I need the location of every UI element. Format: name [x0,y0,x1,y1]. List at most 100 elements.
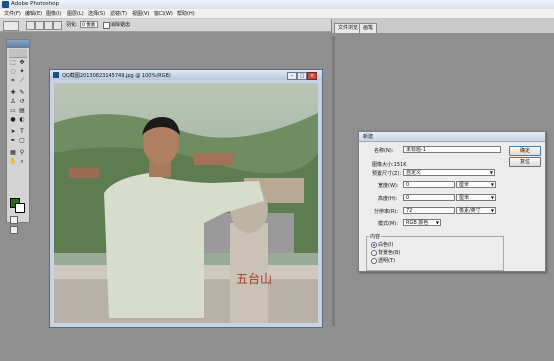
chevron-down-icon: ▼ [489,170,493,175]
chevron-down-icon: ▼ [490,195,494,200]
workspace-divider [332,36,335,326]
reset-button[interactable]: 复位 [509,157,541,167]
move-icon[interactable]: ✥ [18,59,26,67]
transparent-label: 透明(T) [378,258,395,264]
width-input[interactable]: 0 [403,181,455,188]
height-unit-select[interactable]: 厘米 ▼ [456,194,496,201]
menu-window[interactable]: 窗口(W) [154,10,173,17]
resolution-input[interactable]: 72 [403,207,455,214]
resolution-label: 分辨率(R): [374,209,399,215]
intersect-selection-icon[interactable] [53,21,62,30]
antialias-checkbox[interactable] [103,22,110,29]
notes-icon[interactable]: ▦ [9,149,17,157]
background-color-label: 背景色(B) [378,250,401,256]
gradient-icon[interactable]: ▤ [18,107,26,115]
zoom-icon[interactable]: ⌕ [18,158,26,166]
chevron-down-icon: ▼ [490,208,494,213]
image-size-label: 图像大小:151K [372,162,407,168]
minimize-button[interactable]: – [287,72,297,80]
background-color-swatch[interactable] [15,203,25,213]
menu-view[interactable]: 视图(V) [132,10,149,17]
menu-help[interactable]: 帮助(H) [177,10,195,17]
document-titlebar[interactable]: QQ截图20130823145749.jpg @ 100%(RGB) – □ × [50,70,322,80]
menu-select[interactable]: 选择(S) [88,10,105,17]
new-document-dialog: 新建 名称(N): 未标题-1 图像大小:151K 预置尺寸(Z): 自定义 ▼ … [358,131,546,272]
slice-icon[interactable]: ⟋ [18,77,26,85]
tab-file-browser[interactable]: 文件浏览 [334,23,363,33]
menu-file[interactable]: 文件(F) [4,10,21,17]
maximize-button[interactable]: □ [297,72,307,80]
tool-preset-picker[interactable] [3,21,19,31]
dialog-titlebar[interactable]: 新建 [359,132,545,142]
mode-select[interactable]: RGB 颜色 ▼ [403,219,441,226]
type-icon[interactable]: T [18,128,26,136]
close-button[interactable]: × [307,72,317,80]
app-title: Adobe Photoshop [11,1,60,7]
document-window: QQ截图20130823145749.jpg @ 100%(RGB) – □ × [49,69,323,328]
height-label: 高度(H): [378,196,398,202]
tab-brushes[interactable]: 画笔 [359,23,378,33]
shape-icon[interactable]: ▢ [18,137,26,145]
document-canvas-photo[interactable]: 五台山 [54,83,318,323]
white-radio[interactable] [371,242,377,248]
menu-layer[interactable]: 图层(L) [67,10,84,17]
history-brush-icon[interactable]: ↺ [18,98,26,106]
contents-title: 内容 [369,233,382,240]
mode-label: 模式(M): [378,221,398,227]
name-input[interactable]: 未标题-1 [403,146,501,153]
document-title: QQ截图20130823145749.jpg @ 100%(RGB) [62,73,171,79]
pen-icon[interactable]: ✒ [9,137,17,145]
add-selection-icon[interactable] [35,21,44,30]
lasso-icon[interactable]: ◌ [9,68,17,76]
menu-filter[interactable]: 滤镜(T) [110,10,127,17]
width-unit-value: 厘米 [459,182,470,188]
height-unit-value: 厘米 [459,195,470,201]
menu-bar: 文件(F) 编辑(E) 图像(I) 图层(L) 选择(S) 滤镜(T) 视图(V… [0,9,554,19]
antialias-label: 消除锯齿 [110,22,131,28]
healing-brush-icon[interactable]: ✚ [9,89,17,97]
feather-label: 羽化: [66,22,78,28]
dialog-title: 新建 [363,134,374,140]
dodge-icon[interactable]: ◐ [18,116,26,124]
transparent-radio[interactable] [371,258,377,264]
photoshop-logo-icon [2,1,9,8]
blur-icon[interactable]: ● [9,116,17,124]
clone-stamp-icon[interactable]: ♙ [9,98,17,106]
crop-icon[interactable]: ⌗ [9,77,17,85]
resolution-unit-value: 像素/英寸 [459,208,481,214]
ok-button[interactable]: 确定 [509,146,541,156]
path-selection-icon[interactable]: ➤ [9,128,17,136]
white-label: 白色(I) [378,242,394,248]
hand-icon[interactable]: ✋ [9,158,17,166]
feather-input[interactable]: 0 像素 [80,21,98,28]
subtract-selection-icon[interactable] [44,21,53,30]
width-unit-select[interactable]: 厘米 ▼ [456,181,496,188]
magic-wand-icon[interactable]: ✦ [18,68,26,76]
toolbox: ⬚ ✥ ◌ ✦ ⌗ ⟋ ✚ ✎ ♙ ↺ ▭ ▤ ● ◐ ➤ T ✒ ▢ ▦ ⚲ … [6,39,30,234]
palette-well: 文件浏览 画笔 [331,19,554,33]
mode-value: RGB 颜色 [406,220,429,226]
mask-mode-buttons[interactable] [10,216,26,234]
eraser-icon[interactable]: ▭ [9,107,17,115]
preset-select[interactable]: 自定义 ▼ [403,169,495,176]
width-label: 宽度(W): [378,183,399,189]
preset-value: 自定义 [406,170,422,176]
menu-edit[interactable]: 编辑(E) [25,10,42,17]
adobe-online-icon[interactable] [9,49,27,58]
resolution-unit-select[interactable]: 像素/英寸 ▼ [456,207,496,214]
new-selection-icon[interactable] [26,21,35,30]
photo-image: 五台山 [54,83,318,323]
height-input[interactable]: 0 [403,194,455,201]
eyedropper-icon[interactable]: ⚲ [18,149,26,157]
background-color-radio[interactable] [371,250,377,256]
document-icon [53,72,59,78]
brush-icon[interactable]: ✎ [18,89,26,97]
svg-text:五台山: 五台山 [236,271,272,286]
chevron-down-icon: ▼ [490,182,494,187]
marquee-icon[interactable]: ⬚ [9,59,17,67]
preset-label: 预置尺寸(Z): [372,171,402,177]
chevron-down-icon: ▼ [435,220,439,225]
menu-image[interactable]: 图像(I) [46,10,61,17]
name-label: 名称(N): [374,148,394,154]
toolbox-header[interactable] [7,40,29,48]
